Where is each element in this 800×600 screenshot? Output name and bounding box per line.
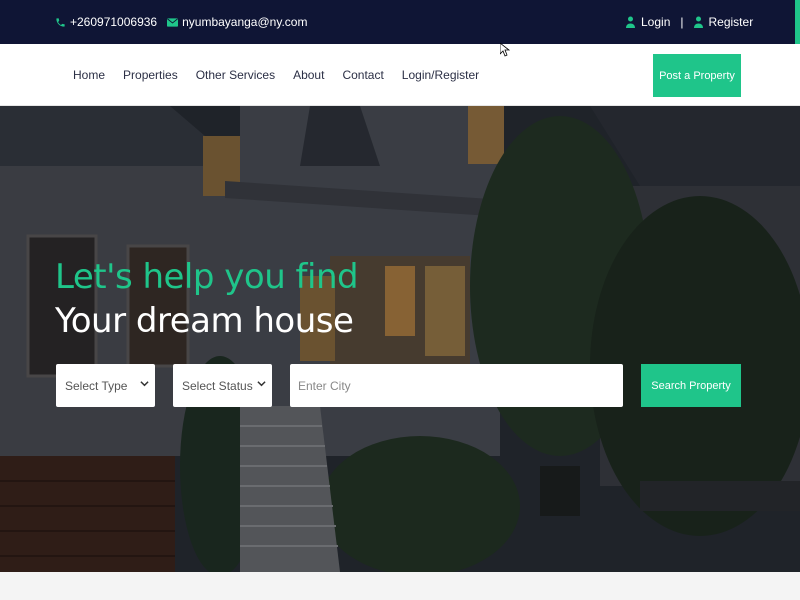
hero-headline: Your dream house <box>55 301 354 341</box>
register-link[interactable]: Register <box>709 15 754 29</box>
nav-item-login-register[interactable]: Login/Register <box>402 68 479 82</box>
chevron-down-icon <box>257 381 266 387</box>
email-address: nyumbayanga@ny.com <box>182 15 308 29</box>
search-property-button[interactable]: Search Property <box>641 364 741 407</box>
nav-item-properties[interactable]: Properties <box>123 68 178 82</box>
status-select[interactable]: Select Status <box>173 364 272 407</box>
chevron-down-icon <box>140 381 149 387</box>
main-navbar: Home Properties Other Services About Con… <box>0 44 800 106</box>
main-nav: Home Properties Other Services About Con… <box>73 68 479 82</box>
user-icon <box>626 16 635 28</box>
city-input[interactable] <box>290 364 623 407</box>
status-select-value: Select Status <box>182 378 253 393</box>
mail-icon <box>167 17 179 27</box>
hero-headline-accent: Let's help you find <box>55 257 359 297</box>
mouse-cursor-icon <box>500 43 510 57</box>
top-bar: +260971006936 nyumbayanga@ny.com Login |… <box>0 0 800 44</box>
phone-contact[interactable]: +260971006936 <box>55 15 157 29</box>
nav-item-contact[interactable]: Contact <box>342 68 383 82</box>
phone-icon <box>55 17 66 28</box>
email-contact[interactable]: nyumbayanga@ny.com <box>167 15 307 29</box>
nav-item-other-services[interactable]: Other Services <box>196 68 275 82</box>
auth-separator: | <box>680 15 684 29</box>
auth-links: Login | Register <box>626 15 753 29</box>
hero-section: Let's help you find Your dream house Sel… <box>0 106 800 572</box>
post-property-button[interactable]: Post a Property <box>653 54 741 97</box>
login-link[interactable]: Login <box>641 15 670 29</box>
contact-info: +260971006936 nyumbayanga@ny.com <box>55 15 307 29</box>
user-icon <box>693 16 703 28</box>
phone-number: +260971006936 <box>70 15 158 29</box>
type-select-value: Select Type <box>65 378 128 393</box>
type-select[interactable]: Select Type <box>56 364 155 407</box>
nav-item-about[interactable]: About <box>293 68 324 82</box>
nav-item-home[interactable]: Home <box>73 68 105 82</box>
